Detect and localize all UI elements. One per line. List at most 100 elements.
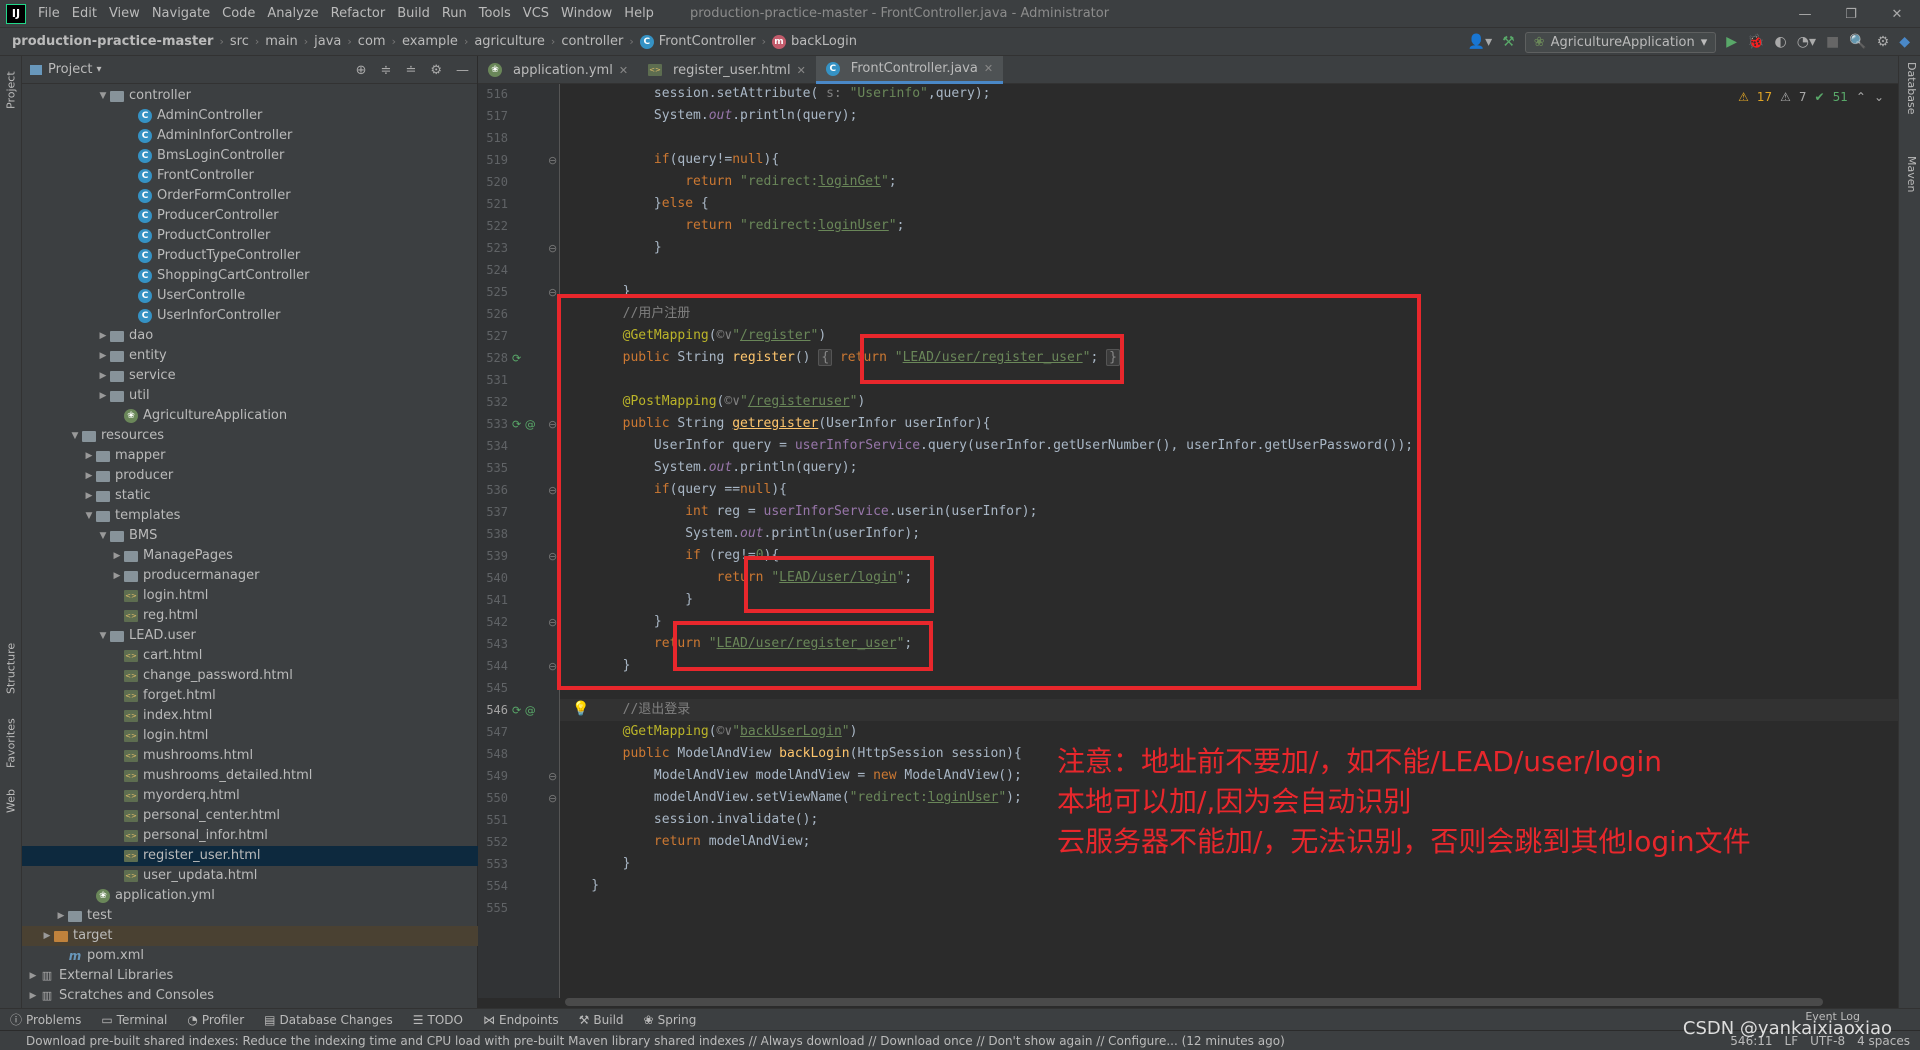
tree-item[interactable]: ▶ ▥ External Libraries [22,966,478,986]
chevron-right-icon[interactable]: ▶ [96,366,110,386]
lightbulb-icon[interactable]: 💡 [572,701,589,717]
tree-item[interactable]: <> personal_infor.html [22,826,478,846]
tree-item[interactable]: C ProductTypeController [22,246,478,266]
tree-item[interactable]: ▶ test [22,906,478,926]
chevron-right-icon[interactable]: ▶ [82,466,96,486]
chevron-right-icon[interactable]: ▶ [96,346,110,366]
tree-item[interactable]: ▼ controller [22,86,478,106]
chevron-down-icon[interactable]: ▼ [96,86,110,106]
chevron-right-icon[interactable]: ▶ [54,906,68,926]
tree-item[interactable]: ❀ application.yml [22,886,478,906]
tree-item[interactable]: C ProducerController [22,206,478,226]
breadcrumb-item[interactable]: production-practice-master [12,34,213,49]
fold-icon[interactable]: ⊖ [548,616,557,629]
fold-icon[interactable]: ⊖ [548,154,557,167]
tab-favorites-tool[interactable]: Favorites [2,711,20,775]
tree-item[interactable]: <> reg.html [22,606,478,626]
fold-icon[interactable]: ⊖ [548,550,557,563]
tree-item[interactable]: C FrontController [22,166,478,186]
tree-item[interactable]: <> cart.html [22,646,478,666]
breadcrumb-item[interactable]: src [230,34,249,49]
tree-item[interactable]: ❀ AgricultureApplication [22,406,478,426]
tree-item[interactable]: C ShoppingCartController [22,266,478,286]
tree-item[interactable]: <> user_updata.html [22,866,478,886]
menu-item-file[interactable]: File [32,0,66,28]
jetbrains-toolbox-icon[interactable]: ◆ [1899,34,1910,50]
run-gutter-icon[interactable]: ⟳ [512,352,521,365]
locate-icon[interactable]: ⊕ [356,63,367,78]
code-line[interactable]: if(query!=null){ [560,149,779,171]
chevron-right-icon[interactable]: ▶ [96,326,110,346]
breadcrumb-item[interactable]: backLogin [791,34,857,49]
menu-item-help[interactable]: Help [618,0,660,28]
editor-tab[interactable]: ❀ application.yml ✕ [478,56,638,84]
profile-icon[interactable]: ◔▾ [1797,34,1816,50]
chevron-down-icon[interactable]: ▼ [82,506,96,526]
user-icon[interactable]: 👤▾ [1468,34,1492,50]
editor-tab[interactable]: <> register_user.html ✕ [638,56,816,84]
tree-item[interactable]: <> personal_center.html [22,806,478,826]
hide-icon[interactable]: — [456,63,469,78]
breadcrumb-item[interactable]: example [402,34,458,49]
run-gutter-icon[interactable]: ⟳ @ [512,418,536,431]
tree-item[interactable]: <> mushrooms.html [22,746,478,766]
chevron-right-icon[interactable]: ▶ [110,566,124,586]
tree-item[interactable]: <> myorderq.html [22,786,478,806]
menu-item-vcs[interactable]: VCS [517,0,555,28]
breadcrumb-item[interactable]: FrontController [659,34,756,49]
editor-tab[interactable]: C FrontController.java ✕ [815,56,1004,84]
menu-item-navigate[interactable]: Navigate [146,0,216,28]
chevron-right-icon[interactable]: ▶ [82,486,96,506]
tree-item[interactable]: ▶ dao [22,326,478,346]
tool-tab-database-changes[interactable]: ▤ Database Changes [254,1013,403,1027]
tree-item[interactable]: ▶ service [22,366,478,386]
code-line[interactable]: return "redirect:loginUser"; [560,215,904,237]
tree-item[interactable]: ▼ BMS [22,526,478,546]
tab-structure-tool[interactable]: Structure [2,636,20,700]
chevron-down-icon[interactable]: ▼ [96,626,110,646]
tab-project-tool[interactable]: Project [2,60,20,120]
chevron-down-icon[interactable]: ▾ [96,64,101,75]
tree-item[interactable]: C OrderFormController [22,186,478,206]
tool-tab-terminal[interactable]: ▭ Terminal [91,1013,177,1027]
code-line[interactable]: } [560,875,599,897]
code-line[interactable]: public ModelAndView backLogin(HttpSessio… [560,743,1022,765]
fold-icon[interactable]: ⊖ [548,770,557,783]
restore-icon[interactable]: ❐ [1828,0,1874,28]
tree-item[interactable]: ▼ resources [22,426,478,446]
stop-icon[interactable]: ■ [1826,34,1839,50]
chevron-right-icon[interactable]: ▶ [110,546,124,566]
horizontal-scrollbar[interactable] [565,998,1823,1006]
tool-tab-profiler[interactable]: ◔ Profiler [177,1013,254,1027]
run-icon[interactable]: ▶ [1726,34,1737,50]
tool-tab-spring[interactable]: ❀ Spring [634,1013,707,1027]
menu-item-view[interactable]: View [103,0,146,28]
tree-item[interactable]: ▶ target [22,926,478,946]
tree-item[interactable]: ▶ producer [22,466,478,486]
tool-tab-todo[interactable]: ☰ TODO [403,1013,473,1027]
code-line[interactable]: modelAndView.setViewName("redirect:login… [560,787,1022,809]
menu-item-run[interactable]: Run [436,0,473,28]
menu-item-window[interactable]: Window [555,0,618,28]
minimize-icon[interactable]: — [1782,0,1828,28]
run-gutter-icon[interactable]: ⟳ @ [512,704,536,717]
expand-all-icon[interactable]: ≑ [381,63,392,78]
code-line[interactable]: return "redirect:loginGet"; [560,171,896,193]
chevron-right-icon[interactable]: ▶ [96,386,110,406]
tool-tab-problems[interactable]: ⓘ Problems [0,1011,91,1028]
chevron-up-icon[interactable]: ⌃ [1856,90,1866,104]
chevron-down-icon[interactable]: ▼ [96,526,110,546]
code-line[interactable]: }else { [560,193,709,215]
tree-item[interactable]: ▶ ManagePages [22,546,478,566]
build-hammer-icon[interactable]: ⚒ [1502,34,1515,50]
run-configuration-select[interactable]: ❀ AgricultureApplication ▾ [1524,31,1717,53]
intellij-logo-icon[interactable]: IJ [6,3,26,24]
chevron-right-icon[interactable]: ▶ [26,966,40,986]
fold-icon[interactable]: ⊖ [548,418,557,431]
breadcrumb-item[interactable]: controller [561,34,623,49]
fold-icon[interactable]: ⊖ [548,242,557,255]
fold-icon[interactable]: ⊖ [548,286,557,299]
tab-maven-tool[interactable]: Maven [1900,156,1918,216]
coverage-icon[interactable]: ◐ [1775,34,1787,50]
breadcrumb-item[interactable]: com [358,34,386,49]
